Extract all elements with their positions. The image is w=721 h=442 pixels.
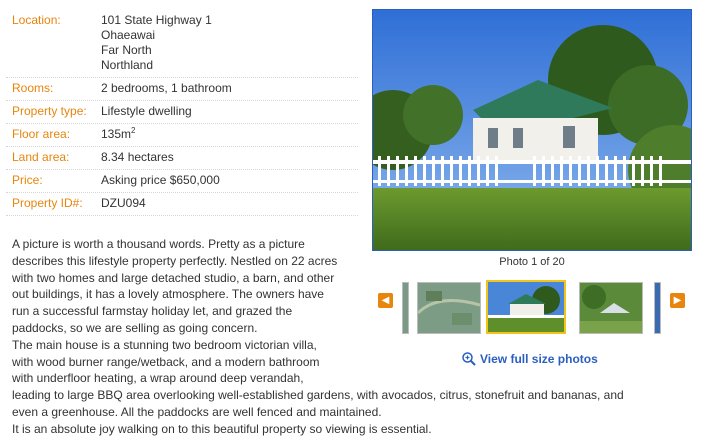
detail-value: 2 bedrooms, 1 bathroom bbox=[101, 81, 232, 95]
address-line: Northland bbox=[101, 58, 154, 72]
view-full-size-label: View full size photos bbox=[480, 352, 598, 366]
previous-photo-button[interactable]: ◀ bbox=[378, 293, 393, 308]
house-thumbnail-image bbox=[488, 282, 564, 332]
description-line: with underfloor heating, a wrap around d… bbox=[12, 371, 304, 386]
aerial-thumbnail-image bbox=[418, 283, 480, 333]
thumbnail-partial[interactable] bbox=[654, 282, 661, 334]
description-line: It is an absolute joy walking on to this… bbox=[12, 421, 432, 436]
description-line: describes this lifestyle property perfec… bbox=[12, 253, 338, 268]
description-line: out buildings, it has a lovely atmospher… bbox=[12, 287, 324, 302]
description-line: with wood burner range/wetback, and a mo… bbox=[12, 354, 320, 369]
detail-label: Floor area: bbox=[12, 127, 71, 141]
main-photo[interactable] bbox=[372, 9, 692, 251]
detail-label: Price: bbox=[12, 173, 43, 187]
detail-value: Lifestyle dwelling bbox=[101, 104, 192, 118]
house-photo-image bbox=[373, 10, 691, 250]
detail-value: Asking price $650,000 bbox=[101, 173, 220, 187]
property-details: Location: 101 State Highway 1 Ohaeawai F… bbox=[6, 10, 358, 216]
thumbnail-partial[interactable] bbox=[402, 282, 409, 334]
garden-thumbnail-image bbox=[580, 283, 642, 333]
address-line: 101 State Highway 1 bbox=[101, 13, 212, 27]
thumbnail-aerial[interactable] bbox=[417, 282, 481, 334]
thumbnail-garden[interactable] bbox=[579, 282, 643, 334]
floor-area-unit-sup: 2 bbox=[131, 126, 136, 135]
address-line: Ohaeawai bbox=[101, 28, 156, 42]
detail-row-property-type: Property type: Lifestyle dwelling bbox=[6, 101, 358, 124]
photo-counter: Photo 1 of 20 bbox=[499, 256, 565, 268]
detail-label: Land area: bbox=[12, 150, 70, 164]
detail-value: DZU094 bbox=[101, 196, 146, 210]
detail-value: 8.34 hectares bbox=[101, 150, 174, 164]
next-photo-button[interactable]: ▶ bbox=[670, 293, 685, 308]
address-line: Far North bbox=[101, 43, 152, 57]
detail-label: Property type: bbox=[12, 104, 87, 118]
detail-label: Location: bbox=[12, 13, 61, 27]
thumbnail-house-selected[interactable] bbox=[486, 280, 566, 334]
detail-row-price: Price: Asking price $650,000 bbox=[6, 170, 358, 193]
description-line: paddocks, so we are selling as going con… bbox=[12, 320, 258, 335]
detail-row-rooms: Rooms: 2 bedrooms, 1 bathroom bbox=[6, 78, 358, 101]
detail-value: 135m2 bbox=[101, 127, 135, 142]
detail-row-floor-area: Floor area: 135m2 bbox=[6, 124, 358, 147]
description-narrow-block: A picture is worth a thousand words. Pre… bbox=[12, 236, 357, 387]
description-line: run a successful farmstay holiday let, a… bbox=[12, 304, 293, 319]
description-line: even a greenhouse. All the paddocks are … bbox=[12, 404, 382, 419]
detail-label: Property ID#: bbox=[12, 196, 83, 210]
detail-value: 101 State Highway 1 Ohaeawai Far North N… bbox=[101, 13, 212, 73]
description-line: The main house is a stunning two bedroom… bbox=[12, 337, 317, 352]
thumbnail-strip: ◀ ▶ bbox=[378, 276, 690, 336]
description-line: with two homes and large detached studio… bbox=[12, 270, 335, 285]
magnifier-plus-icon bbox=[462, 352, 476, 366]
view-full-size-photos-link[interactable]: View full size photos bbox=[462, 352, 598, 366]
floor-area-value: 135m bbox=[101, 127, 132, 141]
detail-row-property-id: Property ID#: DZU094 bbox=[6, 193, 358, 216]
detail-row-land-area: Land area: 8.34 hectares bbox=[6, 147, 358, 170]
description-line: leading to large BBQ area overlooking we… bbox=[12, 388, 624, 403]
detail-label: Rooms: bbox=[12, 81, 54, 95]
detail-row-location: Location: 101 State Highway 1 Ohaeawai F… bbox=[6, 10, 358, 78]
description-line: A picture is worth a thousand words. Pre… bbox=[12, 237, 305, 251]
